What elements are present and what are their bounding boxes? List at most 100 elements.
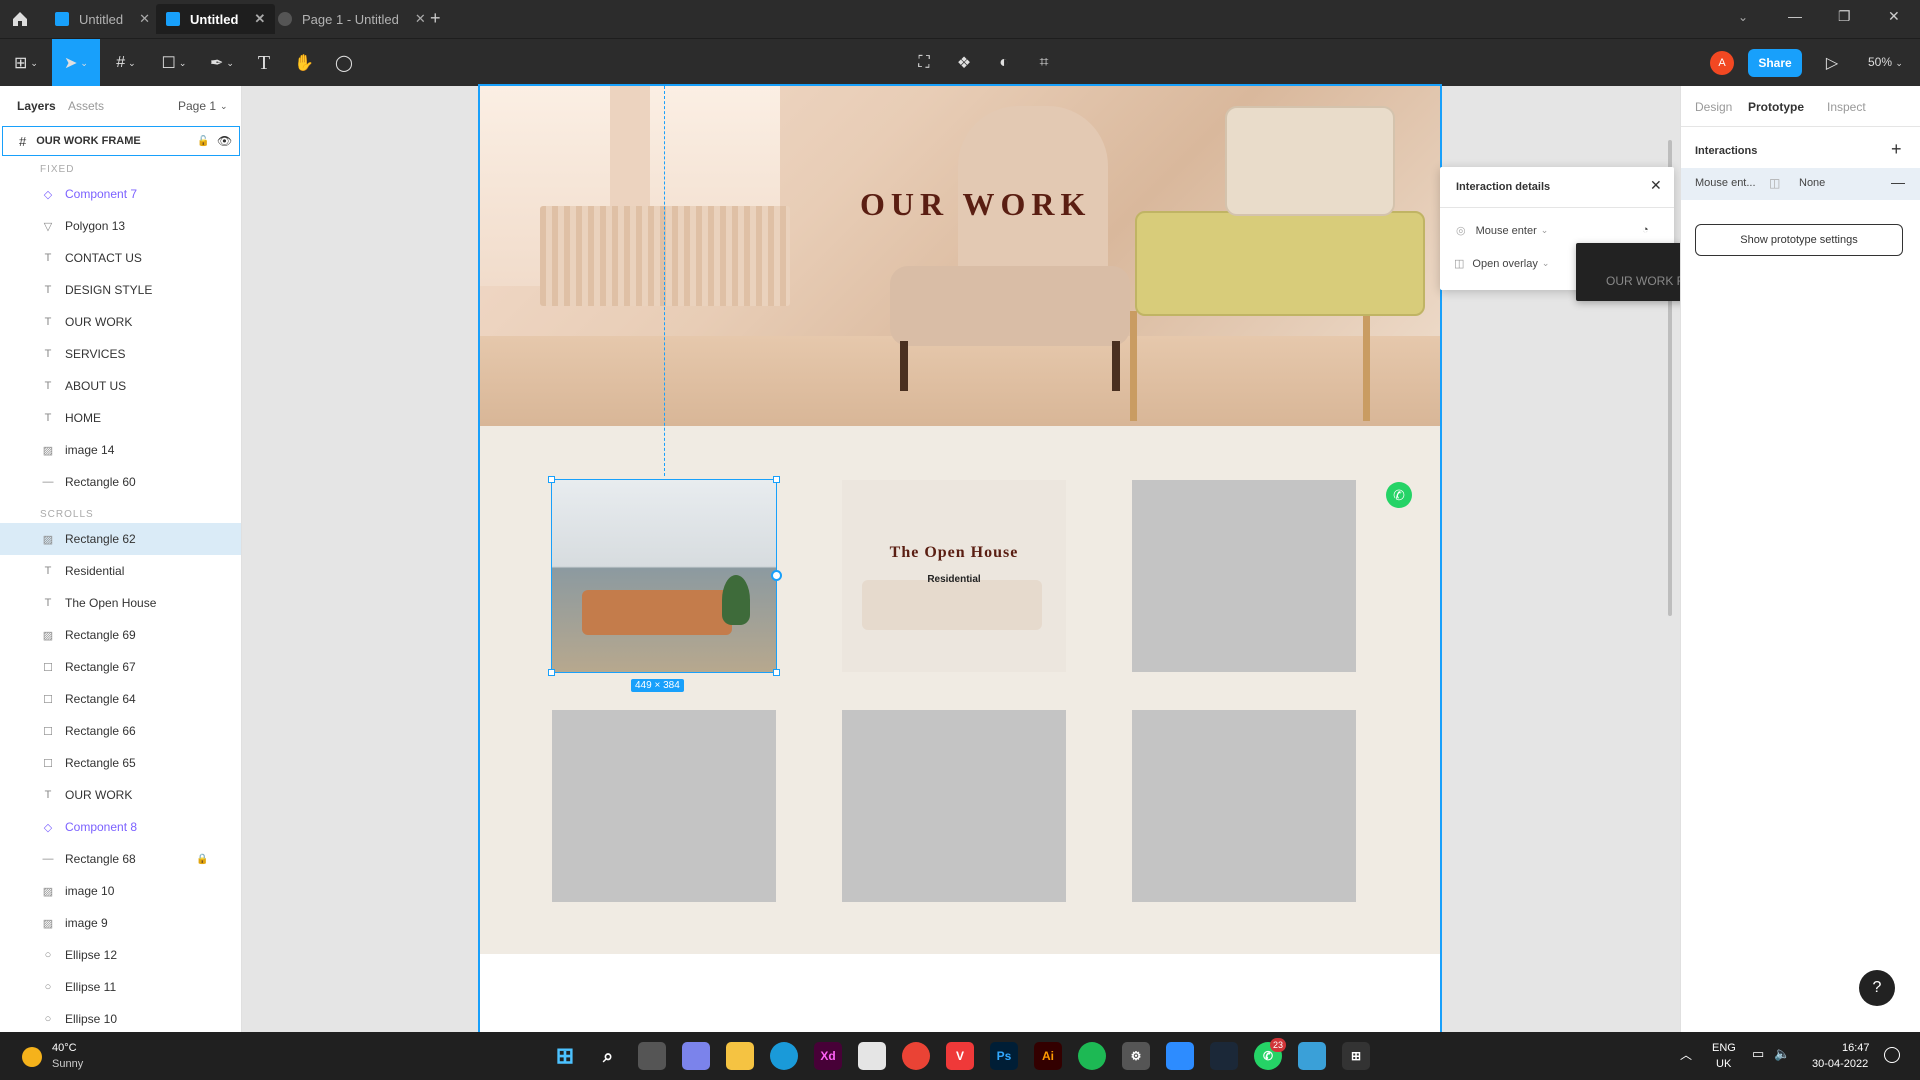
crop-icon[interactable]: ⌗: [1030, 39, 1058, 87]
layer-row[interactable]: ◇ Component 7: [0, 178, 241, 210]
window-close-icon[interactable]: ✕: [1888, 8, 1900, 25]
home-icon[interactable]: [10, 9, 30, 29]
notification-icon[interactable]: [1884, 1047, 1900, 1063]
layer-row[interactable]: ▨ Rectangle 69: [0, 619, 241, 651]
clock-time[interactable]: 16:47: [1842, 1042, 1870, 1054]
trigger-dropdown[interactable]: ◎ Mouse enter ⌄: [1456, 224, 1548, 238]
chevron-up-icon[interactable]: ︿: [1680, 1046, 1692, 1063]
language-line-2[interactable]: UK: [1716, 1058, 1731, 1070]
shape-tool-icon[interactable]: ☐ ⌄: [156, 39, 192, 87]
card-placeholder-4[interactable]: [552, 710, 776, 902]
close-icon[interactable]: ✕: [254, 11, 265, 27]
card-placeholder-5[interactable]: [842, 710, 1066, 902]
hero-title[interactable]: OUR WORK: [860, 186, 1091, 223]
layer-row[interactable]: ○ Ellipse 12: [0, 939, 241, 971]
layer-row[interactable]: ○ Ellipse 11: [0, 971, 241, 1003]
weather-condition[interactable]: Sunny: [52, 1058, 83, 1070]
chrome-icon[interactable]: [902, 1042, 930, 1070]
microsoft-store-icon[interactable]: [858, 1042, 886, 1070]
card-subtitle[interactable]: Residential: [842, 574, 1066, 585]
steam-icon[interactable]: [1210, 1042, 1238, 1070]
card-open-house[interactable]: The Open House Residential: [842, 480, 1066, 672]
teams-chat-icon[interactable]: [682, 1042, 710, 1070]
present-play-icon[interactable]: ▷: [1820, 39, 1844, 87]
layer-row[interactable]: T The Open House: [0, 587, 241, 619]
new-tab-icon[interactable]: +: [430, 8, 441, 29]
layer-row[interactable]: ☐ Rectangle 65: [0, 747, 241, 779]
edge-icon[interactable]: [770, 1042, 798, 1070]
layer-row[interactable]: — Rectangle 60: [0, 466, 241, 498]
our-work-frame[interactable]: OUR WORK 449 × 384 The Open House Reside…: [478, 84, 1442, 1034]
card-title[interactable]: The Open House: [842, 544, 1066, 562]
add-interaction-icon[interactable]: +: [1891, 139, 1902, 160]
layer-row[interactable]: ○ Ellipse 10: [0, 1003, 241, 1032]
layer-row[interactable]: ▨ image 10: [0, 875, 241, 907]
layer-row[interactable]: ▨ image 14: [0, 434, 241, 466]
layer-row[interactable]: — Rectangle 68 🔒: [0, 843, 241, 875]
remote-desktop-icon[interactable]: [1298, 1042, 1326, 1070]
clock-date[interactable]: 30-04-2022: [1812, 1058, 1868, 1070]
chevron-down-icon[interactable]: ⌄: [1738, 10, 1748, 24]
windows-start-icon[interactable]: ⊞: [551, 1042, 579, 1070]
layer-row[interactable]: ☐ Rectangle 64: [0, 683, 241, 715]
help-button[interactable]: ?: [1859, 970, 1895, 1006]
zoom-dropdown[interactable]: 50% ⌄: [1868, 55, 1903, 69]
close-icon[interactable]: ✕: [139, 11, 150, 27]
connection-node[interactable]: [771, 570, 782, 581]
resize-handle-bl[interactable]: [548, 669, 555, 676]
comment-tool-icon[interactable]: ◯: [330, 39, 358, 87]
share-button[interactable]: Share: [1748, 49, 1802, 77]
close-icon[interactable]: ✕: [1650, 177, 1662, 194]
assets-tab[interactable]: Assets: [68, 86, 104, 126]
tab-untitled-1[interactable]: Untitled ✕: [45, 4, 160, 34]
resize-handle-br[interactable]: [773, 669, 780, 676]
mask-icon[interactable]: ◐: [990, 39, 1018, 87]
whatsapp-icon[interactable]: ✆: [1386, 482, 1412, 508]
spotify-icon[interactable]: [1078, 1042, 1106, 1070]
layer-row[interactable]: T DESIGN STYLE: [0, 274, 241, 306]
frame-selection-icon[interactable]: ⛶: [910, 39, 938, 87]
resize-handle-tl[interactable]: [548, 476, 555, 483]
unlock-icon[interactable]: 🔓: [197, 136, 209, 147]
tab-page-1[interactable]: Page 1 - Untitled ✕: [268, 4, 436, 34]
display-icon[interactable]: ▭: [1752, 1046, 1764, 1062]
layer-row[interactable]: ▨ Rectangle 62: [0, 523, 241, 555]
layer-row[interactable]: ☐ Rectangle 67: [0, 651, 241, 683]
card-placeholder-6[interactable]: [1132, 710, 1356, 902]
settings-gear-icon[interactable]: ⚙: [1122, 1042, 1150, 1070]
design-tab[interactable]: Design: [1695, 100, 1732, 114]
layer-row[interactable]: ☐ Rectangle 66: [0, 715, 241, 747]
file-explorer-icon[interactable]: [726, 1042, 754, 1070]
layer-row[interactable]: ▽ Polygon 13: [0, 210, 241, 242]
page-selector[interactable]: Page 1 ⌄: [178, 86, 228, 126]
main-menu-icon[interactable]: ⊞ ⌄: [8, 39, 44, 87]
avatar[interactable]: A: [1710, 51, 1734, 75]
prototype-tab[interactable]: Prototype: [1748, 100, 1804, 114]
layer-row[interactable]: T SERVICES: [0, 338, 241, 370]
layers-tab[interactable]: Layers: [17, 86, 56, 126]
volume-icon[interactable]: 🔈: [1774, 1046, 1790, 1062]
layer-row[interactable]: T HOME: [0, 402, 241, 434]
restore-icon[interactable]: ❐: [1838, 8, 1851, 25]
close-icon[interactable]: ✕: [415, 11, 426, 27]
minimize-icon[interactable]: —: [1788, 8, 1802, 24]
layer-row[interactable]: T OUR WORK: [0, 779, 241, 811]
eye-icon[interactable]: 👁: [217, 134, 232, 148]
show-prototype-settings-button[interactable]: Show prototype settings: [1695, 224, 1903, 256]
layer-row[interactable]: T Residential: [0, 555, 241, 587]
timer-icon[interactable]: ◔: [1642, 224, 1649, 236]
illustrator-icon[interactable]: Ai: [1034, 1042, 1062, 1070]
action-dropdown[interactable]: ◫ Open overlay ⌄: [1454, 257, 1549, 271]
move-tool-icon[interactable]: ➤ ⌄: [52, 39, 100, 87]
interaction-row[interactable]: Mouse ent... ◫ None —: [1681, 168, 1920, 200]
tab-untitled-2[interactable]: Untitled ✕: [156, 4, 276, 34]
layer-row[interactable]: ▨ image 9: [0, 907, 241, 939]
layer-row[interactable]: ◇ Component 8: [0, 811, 241, 843]
layer-row[interactable]: T ABOUT US: [0, 370, 241, 402]
lock-icon[interactable]: 🔒: [196, 854, 208, 865]
task-view-icon[interactable]: [638, 1042, 666, 1070]
pen-tool-icon[interactable]: ✒ ⌄: [204, 39, 240, 87]
adobe-xd-icon[interactable]: Xd: [814, 1042, 842, 1070]
inspect-tab[interactable]: Inspect: [1827, 100, 1866, 114]
text-tool-icon[interactable]: T: [250, 39, 278, 87]
